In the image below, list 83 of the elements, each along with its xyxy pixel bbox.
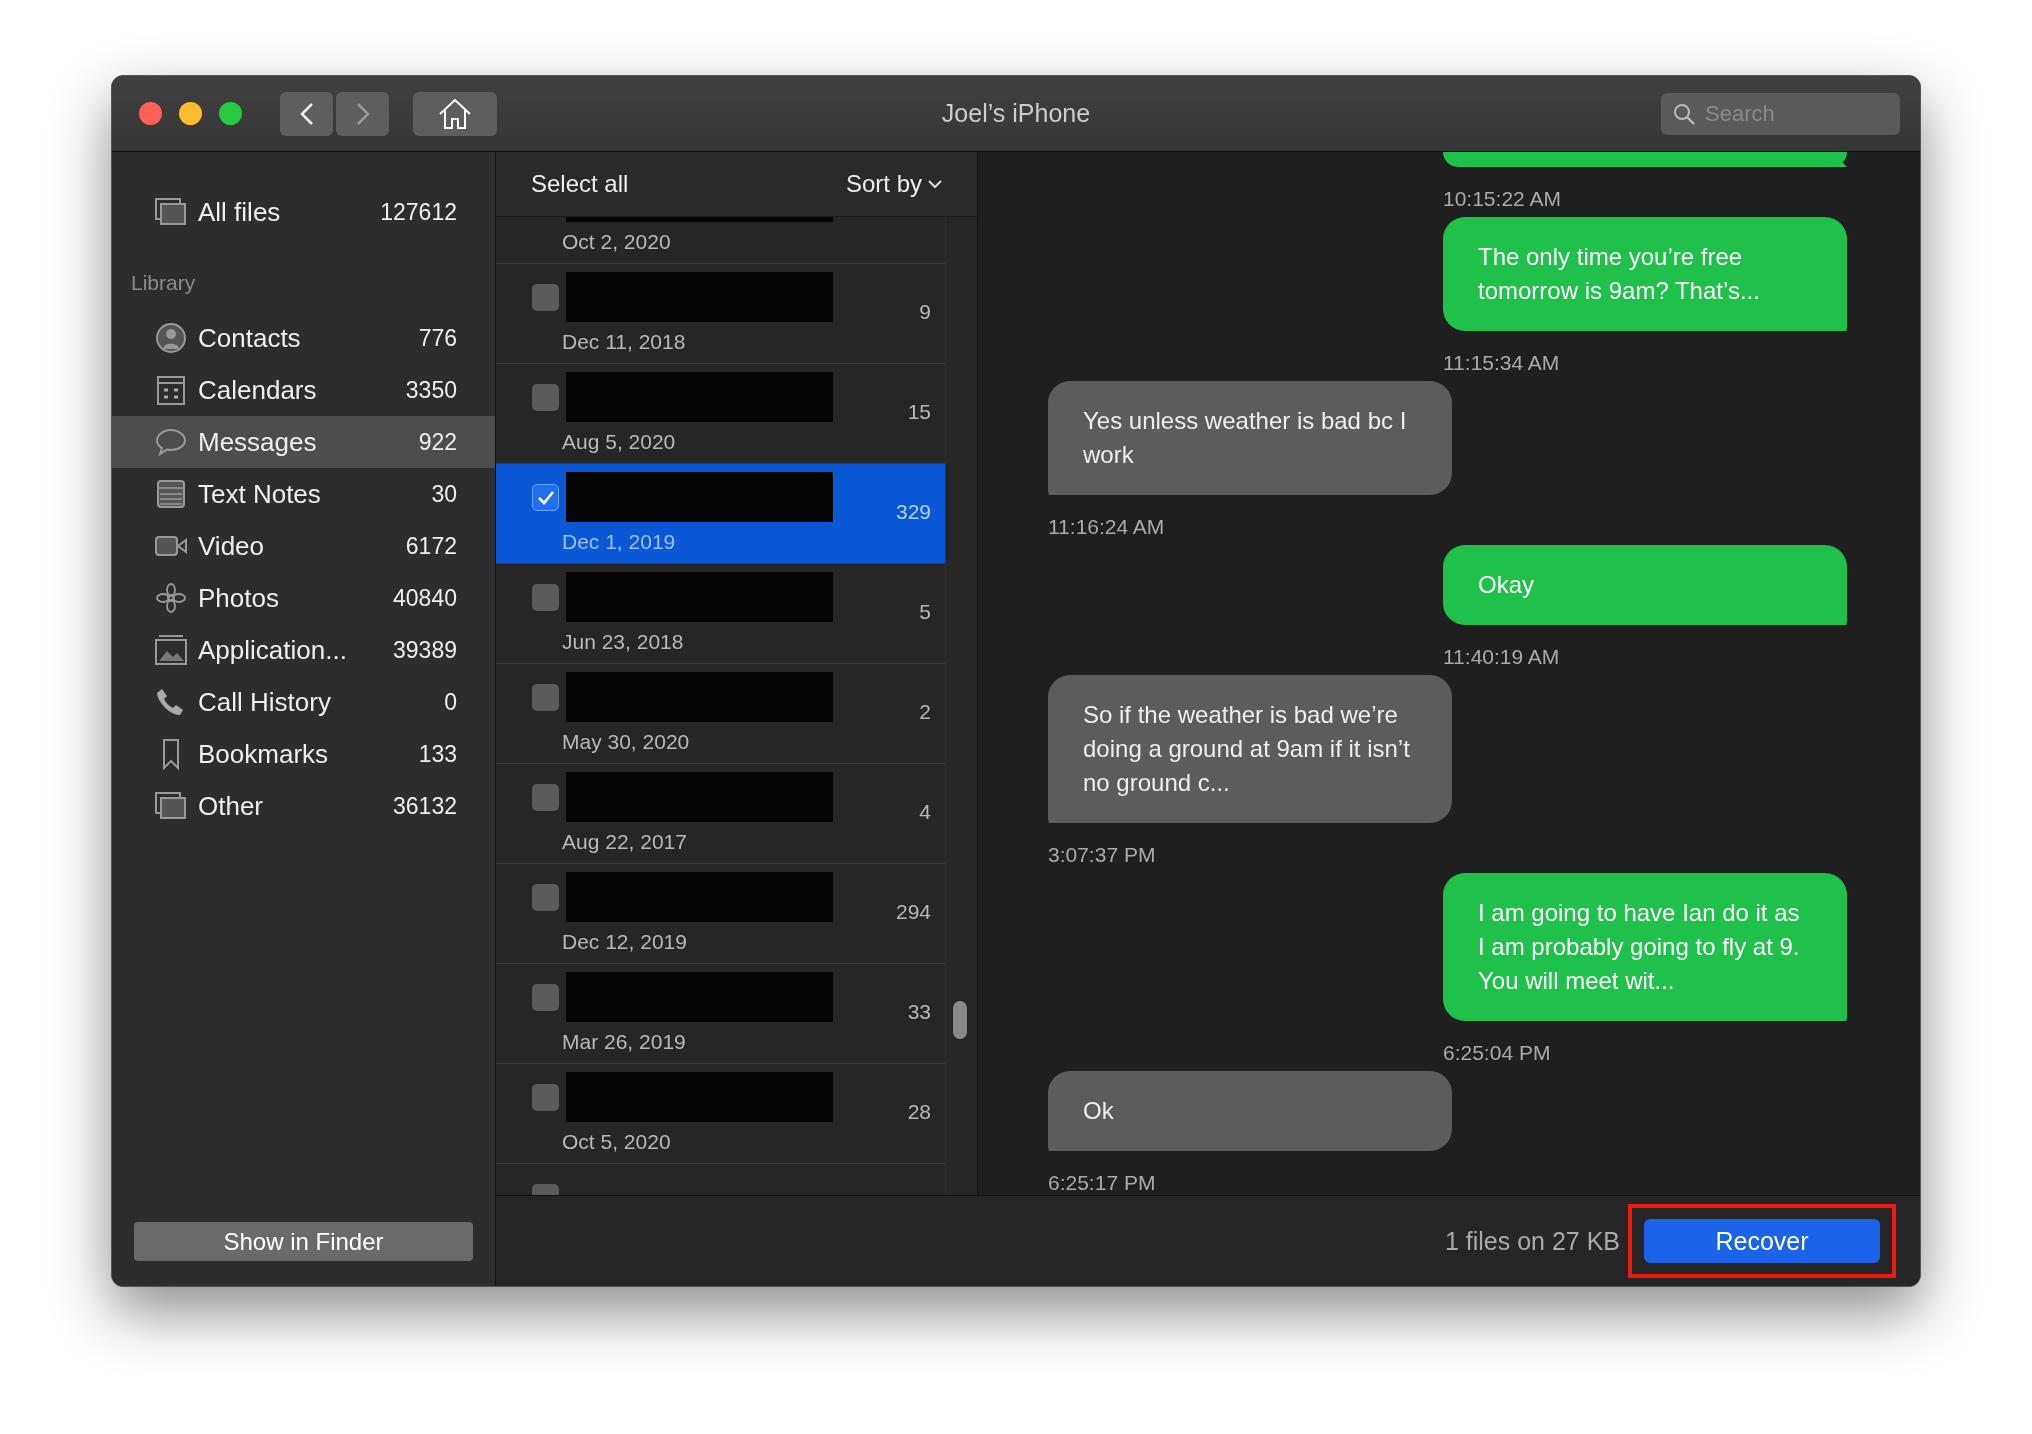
checkmark-icon [536, 489, 555, 506]
sidebar-item[interactable]: Calendars 3350 [112, 364, 495, 416]
message-count: 329 [895, 500, 931, 524]
message-time: 11:40:19 AM [1443, 644, 1561, 670]
message-count: 9 [919, 300, 931, 324]
checkbox[interactable] [532, 984, 559, 1011]
message-time: 10:15:22 AM [1443, 186, 1562, 212]
person-icon [154, 322, 188, 354]
message-count: 4 [919, 800, 931, 824]
conversation-date: Oct 2, 2020 [562, 230, 671, 254]
show-in-finder-button[interactable]: Show in Finder [134, 1222, 473, 1261]
conversation-date: Jun 23, 2018 [562, 630, 684, 654]
checkbox[interactable] [532, 484, 559, 511]
message-bubble: Okay [1443, 545, 1847, 625]
chevron-down-icon [928, 179, 942, 189]
sidebar-item[interactable]: Call History 0 [112, 676, 495, 728]
conversation-row[interactable]: Oct 2, 2020 [496, 217, 945, 264]
checkbox[interactable] [532, 684, 559, 711]
message-count: 33 [907, 1000, 931, 1024]
back-button[interactable] [280, 91, 333, 136]
conversation-date: Mar 26, 2019 [562, 1030, 686, 1054]
sidebar-item[interactable]: All files 127612 [112, 186, 495, 238]
home-icon [438, 97, 472, 130]
message-time: 6:25:17 PM [1048, 1170, 1157, 1195]
window-title: Joel’s iPhone [941, 99, 1091, 128]
recover-button[interactable]: Recover [1644, 1219, 1880, 1263]
sidebar-item[interactable]: Bookmarks 133 [112, 728, 495, 780]
conversation-date: May 30, 2020 [562, 730, 690, 754]
notes-icon [154, 479, 188, 509]
checkbox[interactable] [532, 584, 559, 611]
chevron-right-icon [354, 101, 371, 126]
checkbox[interactable] [532, 284, 559, 311]
scrollbar-thumb[interactable] [953, 1001, 967, 1039]
message-time: 3:07:37 PM [1048, 842, 1157, 868]
conversation-date: Dec 12, 2019 [562, 930, 687, 954]
calendar-icon [154, 374, 188, 406]
sidebar-item[interactable]: Messages 922 [112, 416, 495, 468]
message-time: 6:25:04 PM [1443, 1040, 1552, 1066]
checkbox[interactable] [532, 884, 559, 911]
message-count: 2 [919, 700, 931, 724]
message-bubble: The only time you’re free tomorrow is 9am? That’s... [1443, 217, 1847, 331]
sidebar-item[interactable]: Video 6172 [112, 520, 495, 572]
message-bubble: So if the weather is bad we’re doing a ground at 9am if it isn’t no ground c... [1048, 675, 1452, 823]
video-camera-icon [154, 534, 188, 558]
conversation-date: Oct 5, 2020 [562, 1130, 671, 1154]
chevron-left-icon [298, 101, 315, 126]
sidebar-item[interactable]: Text Notes 30 [112, 468, 495, 520]
search-icon [1672, 101, 1696, 126]
conversation-date: Aug 5, 2020 [562, 430, 676, 454]
checkbox[interactable] [532, 784, 559, 811]
flower-icon [154, 582, 188, 614]
message-bubble: Yes unless weather is bad bc I work [1048, 381, 1452, 495]
message-count: 5 [919, 600, 931, 624]
sort-by-dropdown[interactable]: Sort by [845, 170, 942, 198]
sidebar-item[interactable]: Photos 40840 [112, 572, 495, 624]
message-time: 11:16:24 AM [1048, 514, 1166, 540]
message-count: 294 [895, 900, 931, 924]
message-bubble: I am going to have Ian do it as I am probably going to fly at 9. You will meet wit... [1443, 873, 1847, 1021]
conversation-row[interactable]: Dec 1, 2019 329 [496, 464, 945, 564]
conversation-date: Aug 22, 2017 [562, 830, 687, 854]
conversation-date: Dec 11, 2018 [562, 330, 686, 354]
forward-button[interactable] [336, 91, 389, 136]
minimize-button[interactable] [179, 102, 202, 125]
close-button[interactable] [139, 102, 162, 125]
message-bubble: Ok [1048, 1071, 1452, 1151]
message-count: 15 [907, 400, 931, 424]
image-icon [154, 634, 188, 666]
checkbox[interactable] [532, 384, 559, 411]
speech-bubble-icon [154, 427, 188, 457]
checkbox[interactable] [532, 1084, 559, 1111]
sidebar-item[interactable]: Contacts 776 [112, 312, 495, 364]
section-heading: Library [130, 270, 197, 296]
files-icon [154, 198, 188, 226]
message-time: 11:15:34 AM [1443, 350, 1561, 376]
conversation-date: Dec 1, 2019 [562, 530, 676, 554]
sidebar-item[interactable]: Other 36132 [112, 780, 495, 832]
message-count: 28 [907, 1100, 931, 1124]
files-icon [154, 792, 188, 820]
sidebar-item[interactable]: Application... 39389 [112, 624, 495, 676]
select-all-link[interactable]: Select all [531, 170, 629, 198]
zoom-button[interactable] [219, 102, 242, 125]
home-button[interactable] [413, 91, 497, 136]
selection-summary: 1 files on 27 KB [1444, 1226, 1620, 1256]
